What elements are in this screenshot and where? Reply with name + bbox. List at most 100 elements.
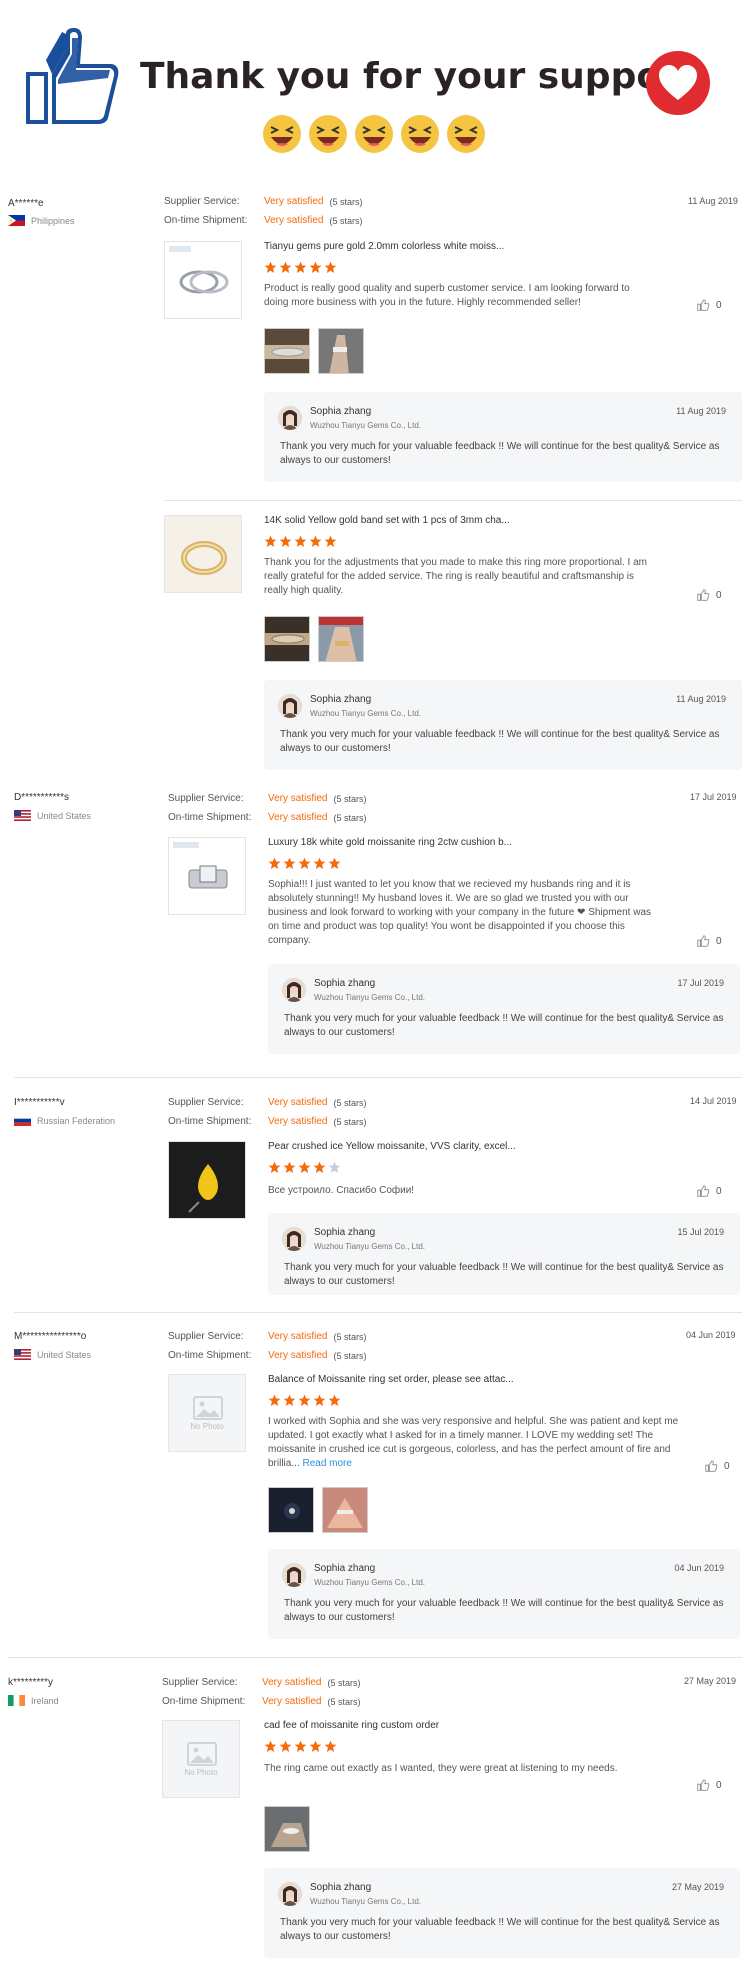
rating-stars-count: (5 stars) bbox=[327, 1677, 361, 1688]
seller-reply: Sophia zhang Wuzhou Tianyu Gems Co., Ltd… bbox=[268, 1549, 740, 1639]
helpful-button[interactable]: 0 bbox=[696, 1184, 722, 1198]
buyer-country: Philippines bbox=[8, 215, 75, 226]
rating-stars-count: (5 stars) bbox=[333, 1116, 367, 1127]
star-rating bbox=[264, 535, 337, 549]
product-thumbnail[interactable] bbox=[168, 1141, 246, 1219]
seller-name: Sophia zhang bbox=[310, 406, 372, 417]
review-photo[interactable] bbox=[318, 328, 364, 374]
buyer-country-label: United States bbox=[37, 810, 92, 821]
star-icon bbox=[294, 535, 307, 548]
seller-reply: Sophia zhang Wuzhou Tianyu Gems Co., Ltd… bbox=[264, 680, 742, 770]
rating-stars-count: (5 stars) bbox=[329, 215, 363, 226]
review-text: I worked with Sophia and she was very re… bbox=[268, 1415, 698, 1471]
divider bbox=[14, 1312, 742, 1313]
review-text: Sophia!!! I just wanted to let you know … bbox=[268, 879, 652, 946]
review-photo[interactable] bbox=[264, 328, 310, 374]
seller-avatar bbox=[278, 1882, 302, 1906]
reply-text: Thank you very much for your valuable fe… bbox=[280, 729, 720, 754]
rating-stars-count: (5 stars) bbox=[333, 1097, 367, 1108]
rating-value: Very satisfied bbox=[262, 1677, 322, 1688]
buyer-name: D***********s bbox=[14, 792, 70, 803]
star-icon bbox=[298, 1161, 311, 1174]
product-thumbnail[interactable] bbox=[168, 837, 246, 915]
reply-date: 27 May 2019 bbox=[671, 1882, 724, 1892]
flag-philippines-icon bbox=[8, 215, 25, 226]
reply-date: 11 Aug 2019 bbox=[676, 694, 726, 704]
laughing-emoji-icon bbox=[263, 115, 301, 153]
helpful-button[interactable]: 0 bbox=[696, 1778, 722, 1792]
star-icon bbox=[294, 1740, 307, 1753]
star-rating bbox=[268, 857, 341, 871]
seller-avatar bbox=[282, 978, 306, 1002]
product-title[interactable]: cad fee of moissanite ring custom order bbox=[264, 1720, 439, 1731]
product-title[interactable]: Tianyu gems pure gold 2.0mm colorless wh… bbox=[264, 241, 504, 252]
seller-company: Wuzhou Tianyu Gems Co., Ltd. bbox=[310, 1897, 422, 1906]
seller-avatar bbox=[282, 1563, 306, 1587]
product-thumbnail-placeholder[interactable]: No Photo bbox=[168, 1374, 246, 1452]
product-thumbnail-placeholder[interactable]: No Photo bbox=[162, 1720, 240, 1798]
star-icon bbox=[264, 261, 277, 274]
supplier-service-label: Supplier Service: bbox=[164, 196, 240, 207]
star-icon bbox=[283, 1394, 296, 1407]
star-icon bbox=[294, 261, 307, 274]
star-icon bbox=[328, 857, 341, 870]
divider bbox=[14, 1077, 742, 1078]
star-rating bbox=[264, 261, 337, 275]
review-photo[interactable] bbox=[264, 1806, 310, 1852]
buyer-country-label: United States bbox=[37, 1349, 92, 1360]
buyer-name: A******e bbox=[8, 198, 44, 209]
buyer-country: Ireland bbox=[8, 1695, 59, 1706]
reply-text: Thank you very much for your valuable fe… bbox=[280, 1917, 720, 1942]
review-date: 11 Aug 2019 bbox=[688, 196, 738, 206]
helpful-button[interactable]: 0 bbox=[696, 588, 722, 602]
on-time-shipment-rating: On-time Shipment: Very satisfied (5 stars) bbox=[168, 1116, 367, 1127]
star-rating bbox=[264, 1740, 337, 1754]
supplier-service-rating: Supplier Service: Very satisfied (5 stars) bbox=[162, 1677, 361, 1688]
rating-stars-count: (5 stars) bbox=[333, 812, 367, 823]
star-icon bbox=[324, 1740, 337, 1753]
supplier-service-rating: Supplier Service: Very satisfied (5 stars) bbox=[168, 1097, 367, 1108]
buyer-country: Russian Federation bbox=[14, 1115, 115, 1126]
rating-value: Very satisfied bbox=[268, 812, 328, 823]
review-photo[interactable] bbox=[322, 1487, 368, 1533]
reply-date: 17 Jul 2019 bbox=[677, 978, 724, 988]
reply-date: 04 Jun 2019 bbox=[674, 1563, 724, 1573]
buyer-name: I***********v bbox=[14, 1097, 65, 1108]
review-date: 17 Jul 2019 bbox=[690, 792, 737, 802]
on-time-shipment-label: On-time Shipment: bbox=[162, 1696, 246, 1707]
star-icon bbox=[279, 1740, 292, 1753]
helpful-count: 0 bbox=[716, 935, 722, 947]
helpful-button[interactable]: 0 bbox=[704, 1459, 730, 1473]
star-rating bbox=[268, 1161, 341, 1175]
on-time-shipment-rating: On-time Shipment: Very satisfied (5 stars) bbox=[168, 1350, 367, 1361]
seller-reply: Sophia zhang Wuzhou Tianyu Gems Co., Ltd… bbox=[268, 1213, 740, 1295]
rating-stars-count: (5 stars) bbox=[327, 1696, 361, 1707]
seller-name: Sophia zhang bbox=[314, 1227, 376, 1238]
laughing-emoji-icon bbox=[401, 115, 439, 153]
seller-reply: Sophia zhang Wuzhou Tianyu Gems Co., Ltd… bbox=[264, 392, 742, 482]
star-icon bbox=[324, 535, 337, 548]
product-title[interactable]: Pear crushed ice Yellow moissanite, VVS … bbox=[268, 1141, 516, 1152]
reply-date: 15 Jul 2019 bbox=[677, 1227, 724, 1237]
review-photo[interactable] bbox=[318, 616, 364, 662]
divider bbox=[8, 1657, 742, 1658]
on-time-shipment-label: On-time Shipment: bbox=[168, 1116, 252, 1127]
helpful-button[interactable]: 0 bbox=[696, 298, 722, 312]
review-text: The ring came out exactly as I wanted, t… bbox=[264, 1763, 618, 1774]
product-thumbnail[interactable] bbox=[164, 241, 242, 319]
seller-name: Sophia zhang bbox=[314, 978, 376, 989]
read-more-link[interactable]: Read more bbox=[302, 1458, 351, 1469]
reply-text: Thank you very much for your valuable fe… bbox=[280, 441, 720, 466]
star-icon bbox=[268, 1394, 281, 1407]
helpful-button[interactable]: 0 bbox=[696, 934, 722, 948]
buyer-country-label: Philippines bbox=[31, 215, 75, 226]
product-thumbnail[interactable] bbox=[164, 515, 242, 593]
review-photo[interactable] bbox=[268, 1487, 314, 1533]
thumbs-up-outline-icon bbox=[696, 298, 710, 312]
product-title[interactable]: Balance of Moissanite ring set order, pl… bbox=[268, 1374, 514, 1385]
product-title[interactable]: Luxury 18k white gold moissanite ring 2c… bbox=[268, 837, 512, 848]
product-title[interactable]: 14K solid Yellow gold band set with 1 pc… bbox=[264, 515, 510, 526]
on-time-shipment-rating: On-time Shipment: Very satisfied (5 stars) bbox=[162, 1696, 361, 1707]
thumbs-up-outline-icon bbox=[696, 1778, 710, 1792]
review-photo[interactable] bbox=[264, 616, 310, 662]
